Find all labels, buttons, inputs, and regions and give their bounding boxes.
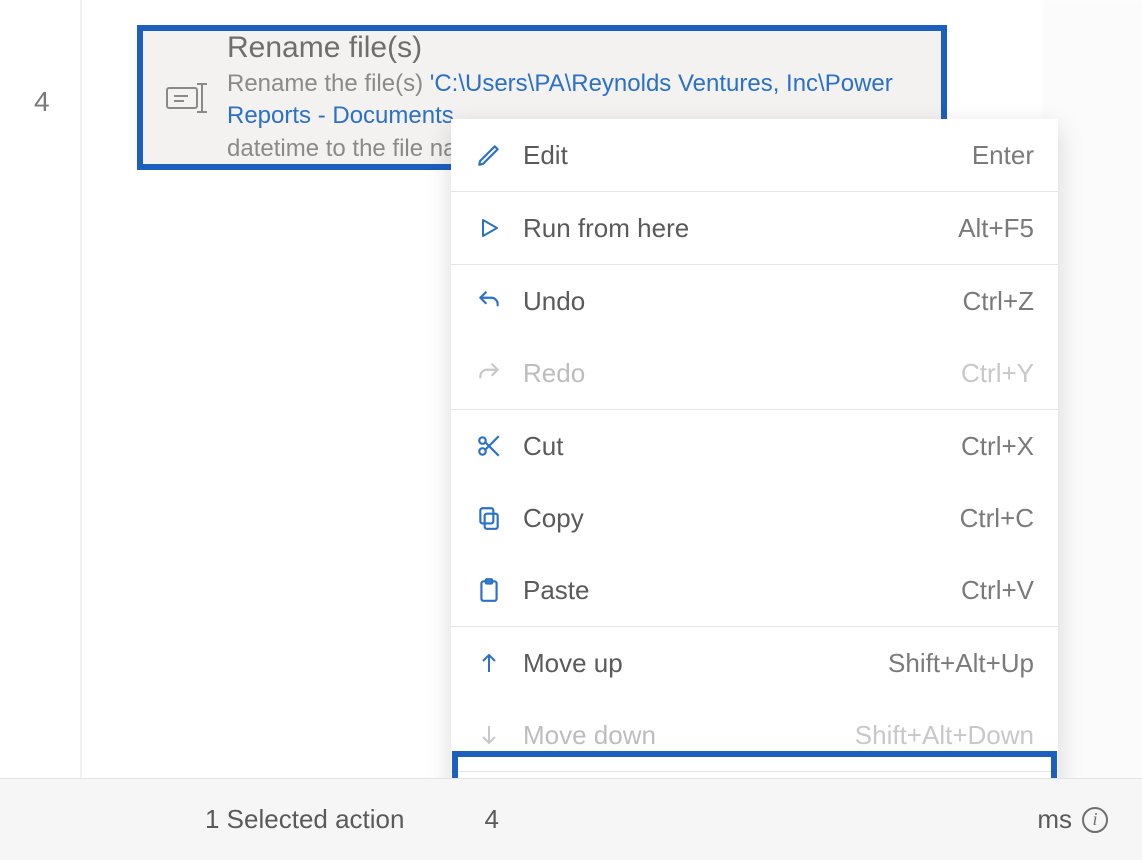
menu-item-run-from-here[interactable]: Run from here Alt+F5	[451, 192, 1058, 264]
menu-shortcut: Ctrl+Z	[963, 286, 1035, 317]
menu-label: Run from here	[523, 213, 958, 244]
menu-item-undo[interactable]: Undo Ctrl+Z	[451, 265, 1058, 337]
menu-label: Edit	[523, 140, 972, 171]
menu-label: Undo	[523, 286, 963, 317]
menu-shortcut: Ctrl+X	[961, 431, 1034, 462]
status-bar: 1 Selected action 4 ms i	[0, 778, 1142, 860]
copy-icon	[473, 505, 505, 531]
menu-shortcut: Enter	[972, 140, 1034, 171]
pencil-icon	[473, 142, 505, 168]
context-menu: Edit Enter Run from here Alt+F5 Undo Ctr…	[451, 119, 1058, 842]
menu-item-paste[interactable]: Paste Ctrl+V	[451, 554, 1058, 626]
arrow-up-icon	[473, 650, 505, 676]
menu-shortcut: Ctrl+C	[960, 503, 1034, 534]
arrow-down-icon	[473, 722, 505, 748]
menu-shortcut: Ctrl+V	[961, 575, 1034, 606]
menu-label: Paste	[523, 575, 961, 606]
menu-label: Move up	[523, 648, 888, 679]
menu-label: Cut	[523, 431, 961, 462]
menu-label: Copy	[523, 503, 960, 534]
menu-item-edit[interactable]: Edit Enter	[451, 119, 1058, 191]
step-number: 4	[34, 86, 50, 118]
play-icon	[473, 216, 505, 240]
menu-item-redo[interactable]: Redo Ctrl+Y	[451, 337, 1058, 409]
action-desc-line3: datetime to the file na	[227, 135, 456, 162]
flow-designer-canvas: 4 Rename file(s) Rename the file(s) 'C:\…	[0, 0, 1142, 860]
rename-file-icon	[153, 82, 223, 114]
menu-item-copy[interactable]: Copy Ctrl+C	[451, 482, 1058, 554]
action-card-title: Rename file(s)	[227, 30, 921, 66]
action-desc-prefix: Rename the file(s)	[227, 70, 430, 97]
redo-icon	[473, 360, 505, 386]
info-icon[interactable]: i	[1082, 807, 1108, 833]
menu-shortcut: Shift+Alt+Down	[855, 720, 1034, 751]
status-ms-label: ms	[1037, 804, 1072, 835]
menu-item-move-down[interactable]: Move down Shift+Alt+Down	[451, 699, 1058, 771]
scissors-icon	[473, 433, 505, 459]
undo-icon	[473, 288, 505, 314]
menu-label: Redo	[523, 358, 961, 389]
menu-item-cut[interactable]: Cut Ctrl+X	[451, 410, 1058, 482]
menu-shortcut: Ctrl+Y	[961, 358, 1034, 389]
menu-shortcut: Alt+F5	[958, 213, 1034, 244]
status-selected-actions: 1 Selected action	[205, 804, 404, 835]
menu-label: Move down	[523, 720, 855, 751]
menu-item-move-up[interactable]: Move up Shift+Alt+Up	[451, 627, 1058, 699]
flow-step-rule	[80, 0, 82, 780]
clipboard-icon	[473, 577, 505, 603]
menu-shortcut: Shift+Alt+Up	[888, 648, 1034, 679]
